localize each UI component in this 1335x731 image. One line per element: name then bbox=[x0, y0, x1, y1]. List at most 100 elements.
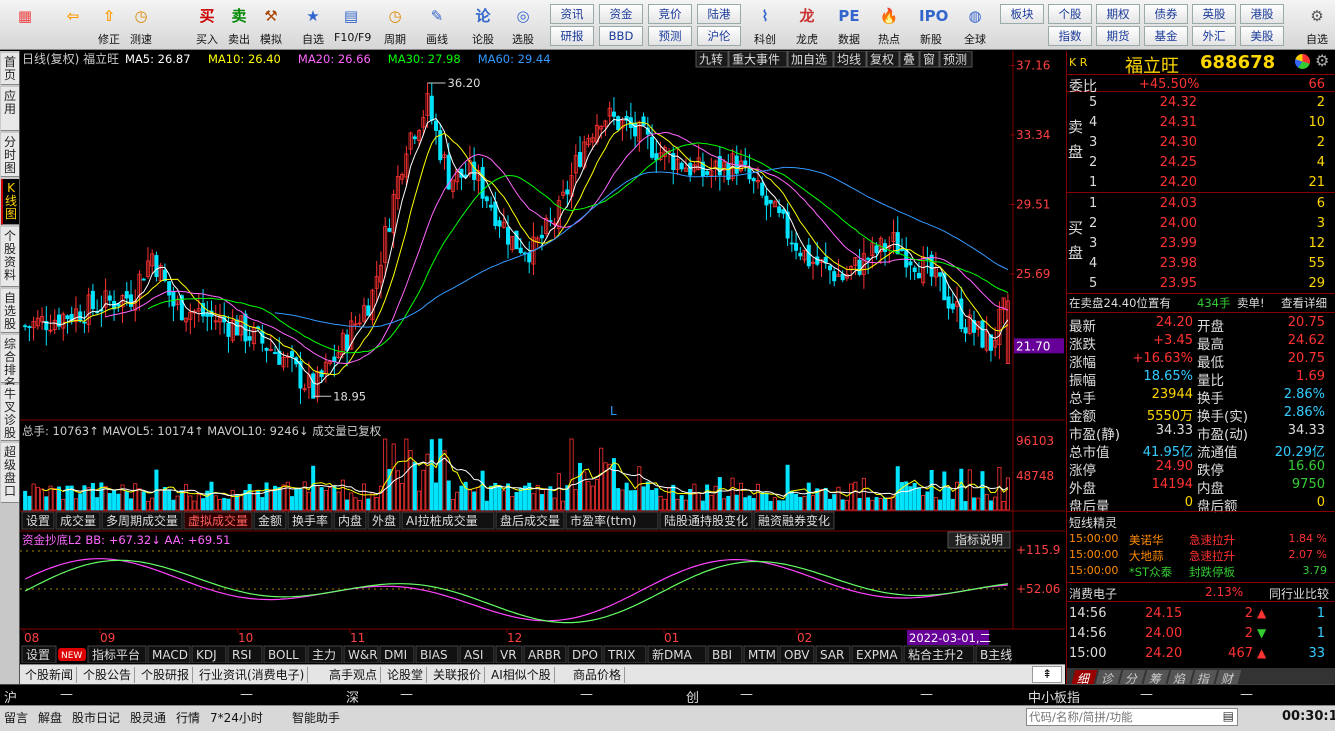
quick-btn[interactable]: 港股 bbox=[1240, 4, 1284, 24]
quick-btn[interactable]: 资讯 bbox=[550, 4, 594, 24]
pick-button[interactable]: ◎ 选股 bbox=[506, 2, 540, 48]
news-tab[interactable]: 个股新闻 bbox=[22, 667, 78, 683]
news-tab[interactable]: 高手观点 bbox=[326, 667, 382, 683]
quick-btn[interactable]: 指数 bbox=[1048, 26, 1092, 46]
spirit-stock[interactable]: 美诺华 bbox=[1129, 532, 1164, 548]
left-tab-1[interactable]: 应用 bbox=[1, 87, 19, 131]
status-link[interactable]: 行情 bbox=[176, 709, 200, 726]
forum-button[interactable]: 论论股 bbox=[466, 2, 500, 48]
sub-tab-label: 外盘 bbox=[372, 513, 396, 528]
index-ticker-item[interactable]: 深 bbox=[346, 687, 359, 706]
stat-label: 外盘 bbox=[1069, 481, 1096, 497]
hot-button[interactable]: 🔥 热点 bbox=[872, 2, 906, 48]
index-ticker-item[interactable]: 创 bbox=[686, 687, 699, 706]
sell-button[interactable]: 卖卖出 bbox=[222, 2, 256, 48]
kline-chart-area[interactable]: 日线(复权) 福立旺 MA5: 26.87 MA10: 26.40 MA20: 26.… bbox=[20, 50, 1065, 664]
quick-btn[interactable]: 个股 bbox=[1048, 4, 1092, 24]
index-ticker-item[interactable]: 中小板指 bbox=[1028, 687, 1080, 706]
keyboard-icon[interactable]: ▤ bbox=[1223, 709, 1234, 723]
index-ticker-item[interactable]: 沪 bbox=[4, 687, 17, 706]
status-link[interactable]: 智能助手 bbox=[292, 709, 340, 726]
index-ticker-item: — bbox=[580, 687, 593, 702]
buy-button[interactable]: 买买入 bbox=[190, 2, 224, 48]
back-button[interactable]: ⇦ bbox=[56, 2, 90, 48]
stat-value: 0 bbox=[1184, 495, 1193, 510]
left-tab-5[interactable]: 自选股 bbox=[1, 289, 19, 333]
quick-btn[interactable]: 美股 bbox=[1240, 26, 1284, 46]
volume-bar bbox=[383, 438, 388, 511]
volume-bar bbox=[137, 488, 142, 511]
expand-up-icon[interactable]: ⇞ bbox=[1032, 666, 1062, 683]
sell-notice-single: 卖单! bbox=[1237, 296, 1265, 310]
news-tab[interactable]: 商品价格 bbox=[570, 667, 626, 683]
volume-bar bbox=[404, 438, 409, 511]
volume-bar bbox=[755, 483, 760, 511]
data-button[interactable]: PE 数据 bbox=[832, 2, 866, 48]
left-tab-6[interactable]: 综合排名 bbox=[1, 335, 19, 390]
fix-button[interactable]: ⇧ 修正 bbox=[92, 2, 126, 48]
status-link[interactable]: 股市日记 bbox=[72, 709, 120, 726]
quick-btn[interactable]: 研报 bbox=[550, 26, 594, 46]
kecheng-button[interactable]: ⌇ 科创 bbox=[748, 2, 782, 48]
spirit-stock[interactable]: 大地蒜 bbox=[1129, 548, 1164, 564]
longhu-button[interactable]: 龙龙虎 bbox=[790, 2, 824, 48]
search-input[interactable] bbox=[1029, 710, 1209, 724]
draw-button[interactable]: ✎ 画线 bbox=[420, 2, 454, 48]
quick-btn[interactable]: BBD bbox=[599, 26, 643, 46]
news-tab[interactable]: AI相似个股 bbox=[488, 667, 555, 683]
news-tab[interactable]: 论股堂 bbox=[384, 667, 428, 683]
period-button[interactable]: ◷ 周期 bbox=[378, 2, 412, 48]
news-tab[interactable]: 关联报价 bbox=[430, 667, 486, 683]
search-box[interactable]: ▤ bbox=[1026, 708, 1238, 726]
sell-notice-detail[interactable]: 查看详细 bbox=[1281, 295, 1327, 311]
volume-bar bbox=[52, 487, 57, 511]
gear-icon[interactable]: ⚙ bbox=[1315, 51, 1329, 70]
toolbar-label: 买入 bbox=[196, 33, 218, 46]
ipo-button[interactable]: IPO 新股 bbox=[914, 2, 948, 48]
left-tab-3[interactable]: K线图 bbox=[1, 179, 19, 225]
volume-bar bbox=[921, 495, 926, 511]
watchlist-button[interactable]: ★ 自选 bbox=[296, 2, 330, 48]
volume-bar bbox=[40, 488, 45, 511]
f10-button[interactable]: ▤ F10/F9 bbox=[334, 2, 371, 48]
left-tab-7[interactable]: 牛叉诊股 bbox=[1, 385, 19, 441]
status-link[interactable]: 股灵通 bbox=[130, 709, 166, 726]
quick-btn[interactable]: 外汇 bbox=[1192, 26, 1236, 46]
quick-btn[interactable]: 资金 bbox=[599, 4, 643, 24]
pie-icon[interactable] bbox=[1295, 54, 1310, 69]
spirit-stock[interactable]: *ST众泰 bbox=[1129, 564, 1172, 580]
volume-bar bbox=[484, 500, 489, 511]
news-tab[interactable]: 行业资讯(消费电子) bbox=[196, 667, 309, 683]
index-ticker-item: — bbox=[740, 687, 753, 702]
news-tab[interactable]: 个股公告 bbox=[80, 667, 136, 683]
simulate-button[interactable]: ⚒ 模拟 bbox=[254, 2, 288, 48]
status-link[interactable]: 留言 bbox=[4, 709, 28, 726]
left-tab-2[interactable]: 分时图 bbox=[1, 133, 19, 177]
news-tab[interactable]: 个股研报 bbox=[138, 667, 194, 683]
quick-btn[interactable]: 英股 bbox=[1192, 4, 1236, 24]
quick-btn[interactable]: 沪伦 bbox=[697, 26, 741, 46]
volume-bar bbox=[366, 498, 371, 511]
home-button[interactable]: ▦ bbox=[8, 2, 42, 48]
left-tab-4[interactable]: 个股资料 bbox=[1, 227, 19, 287]
quick-btn[interactable]: 预测 bbox=[648, 26, 692, 46]
custom-button[interactable]: ⚙ 自选 bbox=[1300, 2, 1334, 48]
candle-body bbox=[518, 247, 523, 253]
quick-btn[interactable]: 板块 bbox=[1000, 4, 1044, 24]
sector-compare[interactable]: 同行业比较 bbox=[1269, 585, 1329, 602]
left-tab-8[interactable]: 超级盘口 bbox=[1, 443, 19, 503]
quick-btn[interactable]: 基金 bbox=[1144, 26, 1188, 46]
status-link[interactable]: 7*24小时 bbox=[210, 709, 263, 726]
left-tab-0[interactable]: 首页 bbox=[1, 53, 19, 85]
global-button[interactable]: ◍ 全球 bbox=[958, 2, 992, 48]
chart-top-button-label: 叠 bbox=[903, 53, 915, 67]
quick-btn[interactable]: 期权 bbox=[1096, 4, 1140, 24]
quick-btn[interactable]: 债券 bbox=[1144, 4, 1188, 24]
status-link[interactable]: 解盘 bbox=[38, 709, 62, 726]
test-button[interactable]: ◷ 测速 bbox=[124, 2, 158, 48]
quick-btn[interactable]: 竞价 bbox=[648, 4, 692, 24]
candle-body bbox=[874, 245, 879, 254]
quick-btn[interactable]: 期货 bbox=[1096, 26, 1140, 46]
quick-btn[interactable]: 陆港 bbox=[697, 4, 741, 24]
sector-name[interactable]: 消费电子 bbox=[1069, 585, 1117, 602]
